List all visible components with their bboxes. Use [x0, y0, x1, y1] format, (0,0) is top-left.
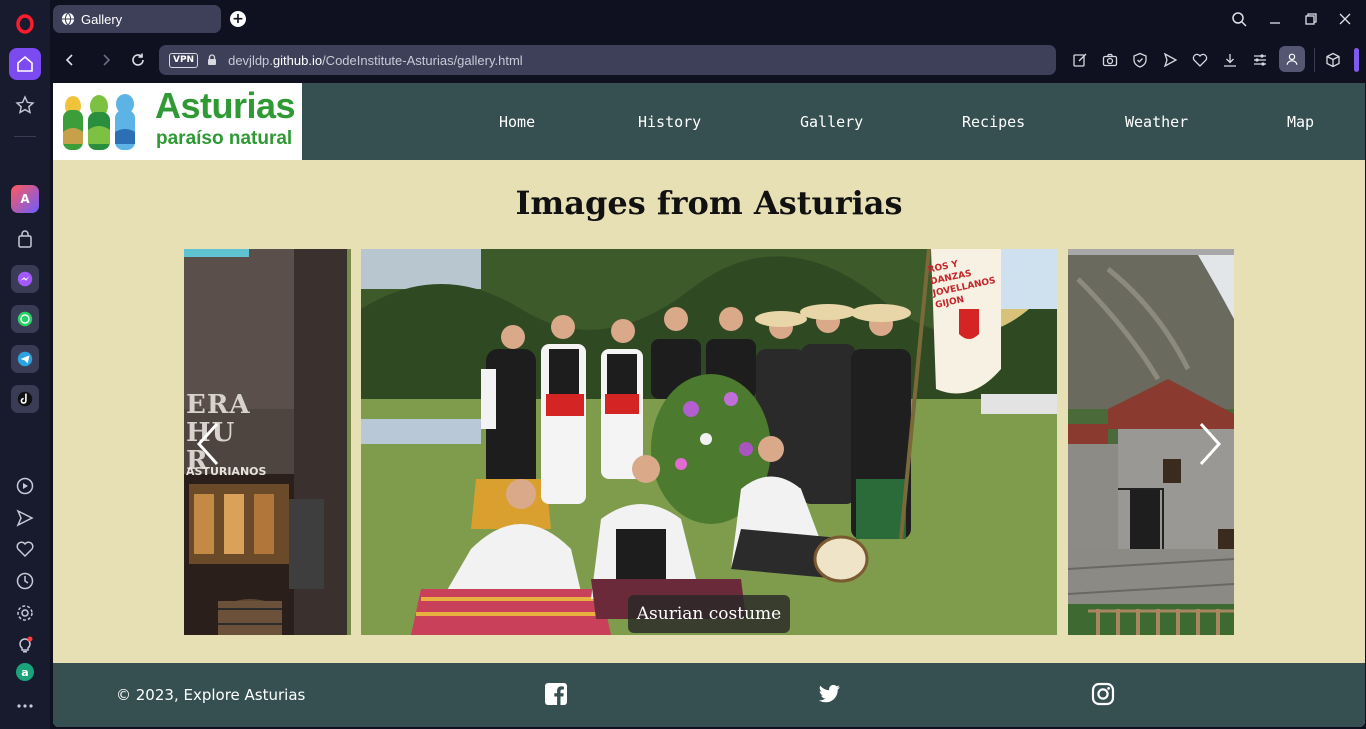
carousel-caption: Asurian costume	[628, 595, 790, 633]
extensions-cube-icon[interactable]	[1324, 51, 1342, 69]
flow-send-icon[interactable]	[1161, 51, 1179, 69]
easy-setup-icon[interactable]	[1251, 51, 1269, 69]
nav-weather[interactable]: Weather	[1125, 113, 1188, 131]
reload-icon[interactable]	[128, 50, 148, 70]
carousel-next-icon[interactable]	[1195, 419, 1225, 469]
shopping-bag-icon[interactable]	[9, 223, 41, 255]
player-icon[interactable]	[9, 470, 41, 502]
restore-icon[interactable]	[1299, 8, 1323, 30]
lock-icon[interactable]	[206, 54, 218, 66]
home-icon[interactable]	[9, 48, 41, 80]
telegram-icon[interactable]	[11, 345, 39, 373]
back-icon[interactable]	[60, 50, 80, 70]
facebook-icon[interactable]	[544, 682, 568, 706]
carousel-indicator-active[interactable]	[184, 249, 249, 257]
address-bar[interactable]: VPN devjldp.github.io/CodeInstitute-Astu…	[159, 45, 1056, 75]
site-logo[interactable]: Asturias paraíso natural	[53, 83, 302, 160]
opera-logo-icon[interactable]	[9, 8, 41, 40]
tab-gallery[interactable]: Gallery	[53, 5, 221, 33]
nav-map[interactable]: Map	[1287, 113, 1314, 131]
carousel-prev-icon[interactable]	[193, 419, 223, 469]
nav-recipes[interactable]: Recipes	[962, 113, 1025, 131]
web-page: Asturias paraíso natural Home History Ga…	[53, 83, 1365, 727]
camera-snapshot-icon[interactable]	[1101, 51, 1119, 69]
favorite-heart-icon[interactable]	[1191, 51, 1209, 69]
logo-title: Asturias	[155, 85, 296, 126]
sidebar-accent	[1354, 48, 1359, 72]
search-tabs-icon[interactable]	[1227, 8, 1251, 30]
tiktok-icon[interactable]	[11, 385, 39, 413]
more-dots-icon[interactable]	[9, 690, 41, 722]
whatsapp-icon[interactable]	[11, 305, 39, 333]
heart-icon[interactable]	[9, 533, 41, 565]
profile-icon[interactable]	[1279, 46, 1305, 72]
twitter-icon[interactable]	[817, 682, 841, 706]
aria-ai-icon[interactable]: A	[11, 185, 39, 213]
browser-toolbar: VPN devjldp.github.io/CodeInstitute-Astu…	[50, 38, 1366, 82]
download-icon[interactable]	[1221, 51, 1239, 69]
browser-sidebar: A a	[0, 0, 50, 729]
site-footer: © 2023, Explore Asturias	[53, 663, 1365, 727]
nav-history[interactable]: History	[638, 113, 701, 131]
page-title: Images from Asturias	[515, 184, 903, 222]
copyright-text: © 2023, Explore Asturias	[116, 686, 306, 704]
new-tab-button[interactable]: +	[230, 11, 246, 27]
image-carousel[interactable]: ERA HUR ASTURIANOS ROS Y DANZAS JOVELLAN…	[184, 249, 1234, 635]
edit-icon[interactable]	[1071, 51, 1089, 69]
minimize-icon[interactable]	[1263, 8, 1287, 30]
instagram-icon[interactable]	[1091, 682, 1115, 706]
nav-gallery[interactable]: Gallery	[800, 113, 863, 131]
url-text[interactable]: devjldp.github.io/CodeInstitute-Asturias…	[228, 53, 523, 68]
settings-gear-icon[interactable]	[9, 597, 41, 629]
forward-icon[interactable]	[96, 50, 116, 70]
tab-title: Gallery	[81, 11, 123, 27]
messenger-icon[interactable]	[11, 265, 39, 293]
logo-subtitle: paraíso natural	[156, 128, 293, 149]
globe-icon	[61, 12, 75, 26]
site-header: Asturias paraíso natural Home History Ga…	[53, 83, 1365, 160]
history-clock-icon[interactable]	[9, 565, 41, 597]
lightbulb-icon[interactable]	[9, 629, 41, 661]
bookmarks-star-icon[interactable]	[9, 89, 41, 121]
logo-figures-icon	[63, 94, 135, 150]
close-window-icon[interactable]	[1333, 8, 1357, 30]
send-icon[interactable]	[9, 502, 41, 534]
tab-strip: Gallery +	[50, 0, 1366, 38]
amazon-icon[interactable]: a	[16, 663, 34, 681]
vpn-badge[interactable]: VPN	[169, 52, 199, 68]
carousel-slide-costume: ROS Y DANZAS JOVELLANOS GIJON	[361, 249, 1057, 635]
nav-home[interactable]: Home	[499, 113, 535, 131]
shield-icon[interactable]	[1131, 51, 1149, 69]
